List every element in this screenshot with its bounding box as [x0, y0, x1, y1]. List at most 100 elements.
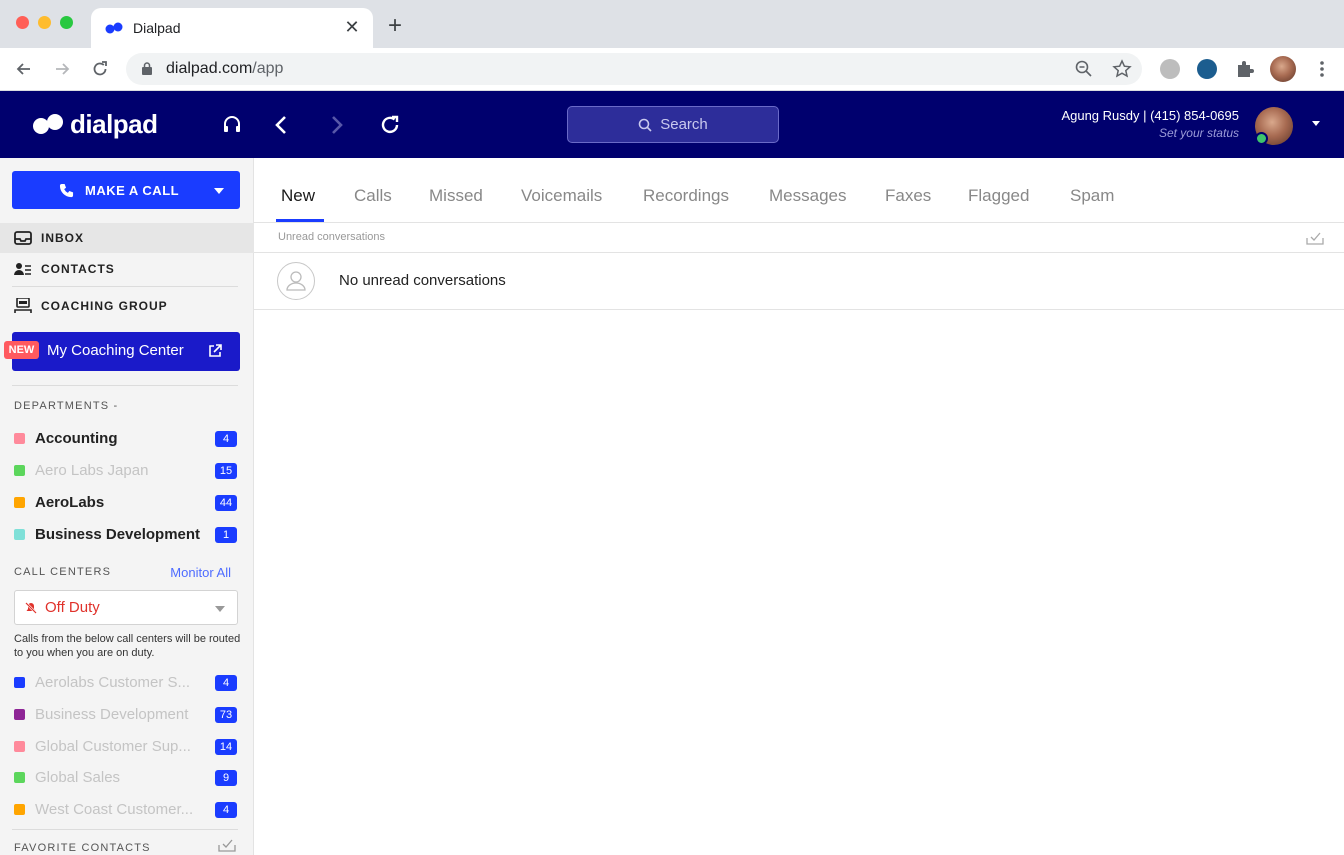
call-center-item[interactable]: Aerolabs Customer S... 4 — [14, 672, 238, 694]
user-placeholder-icon — [277, 262, 315, 300]
window-minimize-button[interactable] — [38, 16, 51, 29]
duty-status-value: Off Duty — [45, 599, 100, 616]
chevron-down-icon — [215, 606, 225, 612]
call-center-item[interactable]: Global Sales 9 — [14, 767, 238, 789]
empty-state-row: No unread conversations — [254, 253, 1344, 310]
external-link-icon — [209, 344, 222, 357]
make-a-call-label: MAKE A CALL — [85, 183, 180, 198]
department-count-badge: 44 — [215, 495, 237, 511]
reload-icon[interactable] — [90, 59, 110, 79]
call-centers-title: CALL CENTERS — [14, 566, 112, 578]
dialpad-logo[interactable]: dialpad — [32, 108, 158, 140]
lock-icon — [142, 62, 152, 75]
make-a-call-button[interactable]: MAKE A CALL — [12, 171, 240, 209]
call-center-count-badge: 73 — [215, 707, 237, 723]
tab-calls[interactable]: Calls — [354, 186, 392, 206]
headset-icon[interactable] — [220, 113, 244, 137]
app-header: dialpad Search Agung Rusdy | (415) 854-0… — [0, 91, 1344, 158]
call-center-name: West Coast Customer... — [35, 801, 194, 818]
window-close-button[interactable] — [16, 16, 29, 29]
department-color-swatch — [14, 433, 25, 444]
new-badge: NEW — [4, 341, 39, 359]
search-placeholder: Search — [660, 116, 708, 133]
tab-voicemails[interactable]: Voicemails — [521, 186, 602, 206]
call-center-color-swatch — [14, 709, 25, 720]
back-arrow-icon[interactable] — [14, 59, 34, 79]
extensions-puzzle-icon[interactable] — [1235, 59, 1255, 79]
sidebar: MAKE A CALL INBOX CONTACTS COACHING GROU… — [0, 158, 254, 855]
sidebar-item-label: CONTACTS — [41, 262, 115, 276]
mark-all-read-icon[interactable] — [1306, 231, 1324, 245]
call-center-count-badge: 4 — [215, 675, 237, 691]
browser-profile-avatar[interactable] — [1270, 56, 1296, 82]
sidebar-item-contacts[interactable]: CONTACTS — [0, 254, 254, 284]
department-item[interactable]: AeroLabs 44 — [14, 492, 238, 514]
unread-conversations-header: Unread conversations — [254, 223, 1344, 253]
dialpad-logo-icon — [33, 114, 63, 134]
back-chevron-icon[interactable] — [270, 113, 294, 137]
window-maximize-button[interactable] — [60, 16, 73, 29]
tab-new[interactable]: New — [281, 186, 315, 206]
department-item[interactable]: Business Development 1 — [14, 524, 238, 546]
department-item[interactable]: Aero Labs Japan 15 — [14, 460, 238, 482]
tab-faxes[interactable]: Faxes — [885, 186, 931, 206]
call-center-name: Business Development — [35, 706, 189, 723]
empty-state-text: No unread conversations — [339, 272, 506, 289]
call-center-name: Global Sales — [35, 769, 121, 786]
tab-messages[interactable]: Messages — [769, 186, 846, 206]
extension-u-gray-icon[interactable] — [1160, 59, 1180, 79]
call-center-color-swatch — [14, 804, 25, 815]
url-text: dialpad.com/app — [166, 60, 284, 77]
sidebar-item-coaching-group[interactable]: COACHING GROUP — [0, 291, 254, 321]
department-color-swatch — [14, 497, 25, 508]
coaching-center-label: My Coaching Center — [47, 342, 184, 359]
set-status-link[interactable]: Set your status — [1159, 126, 1239, 140]
user-name-phone: Agung Rusdy | (415) 854-0695 — [1061, 108, 1239, 123]
monitor-all-link[interactable]: Monitor All — [170, 565, 231, 580]
phone-icon — [59, 183, 74, 198]
sidebar-divider — [12, 385, 238, 386]
unread-conversations-label: Unread conversations — [278, 231, 386, 243]
bookmark-star-icon[interactable] — [1112, 59, 1132, 79]
browser-tab[interactable]: Dialpad ✕ — [91, 8, 373, 48]
search-input[interactable]: Search — [567, 106, 779, 143]
call-center-count-badge: 9 — [215, 770, 237, 786]
call-center-item[interactable]: West Coast Customer... 4 — [14, 799, 238, 821]
zoom-icon[interactable] — [1074, 59, 1094, 79]
browser-tab-bar: Dialpad ✕ + — [0, 0, 1344, 48]
call-center-item[interactable]: Global Customer Sup... 14 — [14, 736, 238, 758]
forward-arrow-icon[interactable] — [52, 59, 72, 79]
call-center-item[interactable]: Business Development 73 — [14, 704, 238, 726]
new-tab-button[interactable]: + — [388, 14, 402, 38]
tab-flagged[interactable]: Flagged — [968, 186, 1029, 206]
departments-title[interactable]: DEPARTMENTS - — [14, 400, 118, 412]
make-call-dropdown-icon[interactable] — [214, 188, 224, 194]
sidebar-divider — [12, 829, 238, 830]
tab-missed[interactable]: Missed — [429, 186, 483, 206]
duty-status-select[interactable]: Off Duty — [14, 590, 238, 625]
tab-spam[interactable]: Spam — [1070, 186, 1114, 206]
call-center-color-swatch — [14, 741, 25, 752]
call-center-color-swatch — [14, 772, 25, 783]
department-count-badge: 15 — [215, 463, 237, 479]
contacts-icon — [14, 263, 31, 275]
forward-chevron-icon[interactable] — [324, 113, 348, 137]
department-name: Business Development — [35, 526, 201, 543]
sidebar-item-inbox[interactable]: INBOX — [0, 223, 254, 253]
tab-close-icon[interactable]: ✕ — [343, 17, 361, 37]
department-name: Aero Labs Japan — [35, 462, 149, 479]
user-menu-caret-icon[interactable] — [1312, 121, 1320, 126]
url-bar[interactable]: dialpad.com/app — [126, 53, 1142, 85]
my-coaching-center-button[interactable]: My Coaching Center — [12, 332, 240, 371]
browser-menu-icon[interactable] — [1312, 59, 1332, 79]
main-content: New Calls Missed Voicemails Recordings M… — [254, 158, 1344, 855]
presence-indicator — [1255, 132, 1268, 145]
extension-u-blue-icon[interactable] — [1197, 59, 1217, 79]
tab-recordings[interactable]: Recordings — [643, 186, 729, 206]
call-center-count-badge: 4 — [215, 802, 237, 818]
checkmark-tray-icon[interactable] — [218, 838, 236, 852]
browser-address-bar: dialpad.com/app — [0, 48, 1344, 91]
refresh-icon[interactable] — [378, 113, 402, 137]
department-item[interactable]: Accounting 4 — [14, 428, 238, 450]
search-icon — [638, 118, 652, 132]
